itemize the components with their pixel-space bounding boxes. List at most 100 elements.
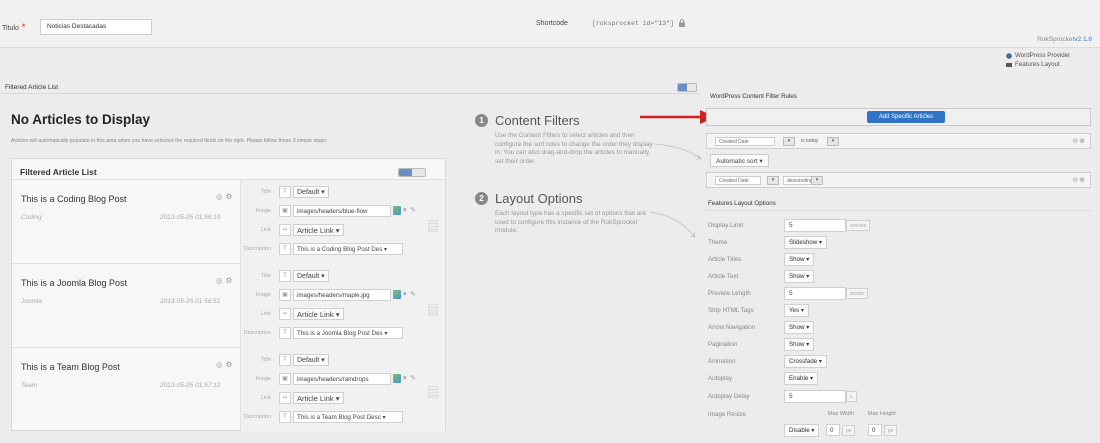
step-number: 2: [475, 192, 488, 205]
edit-icon[interactable]: ✎: [410, 290, 416, 298]
arrow-navigation-select[interactable]: Show ▾: [784, 321, 815, 334]
article-actions[interactable]: ◎⚙: [216, 276, 235, 285]
max-height-input[interactable]: 0: [868, 424, 882, 436]
automatic-sort-select[interactable]: Automatic sort ▾: [710, 154, 769, 167]
option-label: Display Limit: [708, 222, 744, 229]
edit-icon[interactable]: ✎: [410, 374, 416, 382]
edit-icon[interactable]: ✎: [410, 206, 416, 214]
option-theme: Theme Slideshow ▾: [708, 236, 1098, 250]
rule-add-remove-icons[interactable]: ⊖⊕: [1072, 137, 1086, 145]
list-view-toggle[interactable]: [398, 168, 426, 177]
article-actions[interactable]: ◎⚙: [216, 192, 235, 201]
link-select[interactable]: Article Link ▾: [293, 224, 344, 236]
option-animation: Animation Crossfade ▾: [708, 355, 1098, 369]
option-label: Arrow Navigation: [708, 324, 756, 331]
image-resize-select[interactable]: Disable ▾: [784, 424, 820, 437]
title-select[interactable]: Default ▾: [293, 270, 329, 282]
article-actions[interactable]: ◎⚙: [216, 360, 235, 369]
description-select[interactable]: This is a Team Blog Post Desc ▾: [293, 411, 403, 423]
image-dropdown-icon[interactable]: ▾: [403, 206, 407, 214]
title-select[interactable]: Default ▾: [293, 186, 329, 198]
link-field-label: Link: [260, 395, 271, 401]
image-dropdown-icon[interactable]: ▾: [403, 374, 407, 382]
drag-handle[interactable]: [428, 220, 438, 232]
help-text: Articles will automatically populate in …: [11, 138, 328, 144]
rule-add-remove-icons[interactable]: ⊖⊕: [1072, 176, 1086, 184]
rule-operator[interactable]: is today: [801, 138, 818, 144]
rule-field-select[interactable]: Created Date: [715, 137, 775, 146]
chevron-down-icon[interactable]: ▾: [811, 176, 823, 185]
article-row[interactable]: This is a Joomla Blog Post ◎⚙ Joomla 201…: [12, 264, 445, 348]
option-image-resize: Image Resize Max Width Max Height Disabl…: [708, 408, 1098, 438]
step-number: 1: [475, 114, 488, 127]
image-thumbnail-icon[interactable]: [393, 374, 401, 383]
view-toggle[interactable]: [677, 83, 697, 92]
max-width-label: Max Width: [828, 411, 854, 417]
chevron-down-icon[interactable]: ▾: [827, 137, 839, 146]
drag-handle[interactable]: [428, 304, 438, 316]
settings-icon[interactable]: ⚙: [226, 276, 236, 285]
display-limit-input[interactable]: 5: [784, 219, 846, 232]
chevron-down-icon[interactable]: ▾: [783, 137, 795, 146]
max-width-input[interactable]: 0: [826, 424, 840, 436]
settings-icon[interactable]: ⚙: [226, 192, 236, 201]
article-fields: Title T Default ▾ Image ▣ images/headers…: [240, 264, 445, 348]
preview-icon[interactable]: ◎: [216, 192, 226, 201]
unit-label: articles: [846, 220, 871, 231]
preview-icon[interactable]: ◎: [216, 276, 226, 285]
description-select[interactable]: This is a Joomla Blog Post Des ▾: [293, 327, 403, 339]
image-field: Image ▣ images/headers/blue-flow ▾ ✎: [241, 204, 441, 218]
title-select[interactable]: Default ▾: [293, 354, 329, 366]
link-select[interactable]: Article Link ▾: [293, 308, 344, 320]
option-label: Article Text: [708, 273, 739, 280]
theme-select[interactable]: Slideshow ▾: [784, 236, 828, 249]
image-path-input[interactable]: images/headers/blue-flow: [293, 205, 391, 217]
option-label: Preview Length: [708, 290, 751, 297]
animation-select[interactable]: Crossfade ▾: [784, 355, 828, 368]
autoplay-select[interactable]: Enable ▾: [784, 372, 819, 385]
title-field-label: Title: [260, 189, 271, 195]
autoplay-delay-input[interactable]: 5: [784, 390, 846, 403]
preview-length-input[interactable]: 5: [784, 287, 846, 300]
lock-icon[interactable]: [678, 19, 686, 27]
image-field-label: Image: [255, 208, 271, 214]
chevron-down-icon[interactable]: ▾: [767, 176, 779, 185]
filtered-article-bar: Filtered Article List: [0, 80, 700, 94]
title-field-label: Title: [260, 273, 271, 279]
image-field: Image ▣ images/headers/maple.jpg ▾ ✎: [241, 288, 441, 302]
unit-label: words: [846, 288, 868, 299]
article-row[interactable]: This is a Coding Blog Post ◎⚙ Coding 201…: [12, 180, 445, 264]
add-articles-bar: Add Specific Articles: [706, 108, 1091, 126]
image-field-label: Image: [255, 292, 271, 298]
link-select[interactable]: Article Link ▾: [293, 392, 344, 404]
preview-icon[interactable]: ◎: [216, 360, 226, 369]
option-display-limit: Display Limit 5 articles: [708, 219, 1098, 233]
description-select[interactable]: This is a Coding Blog Post Des ▾: [293, 243, 403, 255]
image-path-input[interactable]: images/headers/maple.jpg: [293, 289, 391, 301]
description-field: Description T This is a Joomla Blog Post…: [241, 326, 441, 340]
drag-handle[interactable]: [428, 386, 438, 398]
option-autoplay-delay: Autoplay Delay 5 s: [708, 390, 1098, 404]
text-icon: T: [279, 186, 291, 198]
description-field-label: Description: [243, 246, 271, 252]
settings-icon[interactable]: ⚙: [226, 360, 236, 369]
title-field: Title T Default ▾: [241, 353, 441, 367]
add-specific-articles-button[interactable]: Add Specific Articles: [867, 111, 945, 123]
article-titles-select[interactable]: Show ▾: [784, 253, 815, 266]
image-thumbnail-icon[interactable]: [393, 206, 401, 215]
sort-field-select[interactable]: Created Date: [715, 176, 761, 185]
image-dropdown-icon[interactable]: ▾: [403, 290, 407, 298]
image-thumbnail-icon[interactable]: [393, 290, 401, 299]
link-field-label: Link: [260, 311, 271, 317]
article-row[interactable]: This is a Team Blog Post ◎⚙ Team 2013-05…: [12, 348, 445, 432]
strip-html-select[interactable]: Yes ▾: [784, 304, 809, 317]
description-field-label: Description: [243, 330, 271, 336]
image-path-input[interactable]: images/headers/raindrops: [293, 373, 391, 385]
title-label: Titulo *: [2, 22, 26, 32]
title-input[interactable]: Noticias Destacadas: [40, 19, 152, 35]
link-field: Link ∞ Article Link ▾: [241, 307, 441, 321]
article-text-select[interactable]: Show ▾: [784, 270, 815, 283]
step-text: Use the Content Filters to select articl…: [495, 132, 653, 165]
shortcode-value[interactable]: [roksprocket id="13"]: [592, 20, 674, 27]
pagination-select[interactable]: Show ▾: [784, 338, 815, 351]
